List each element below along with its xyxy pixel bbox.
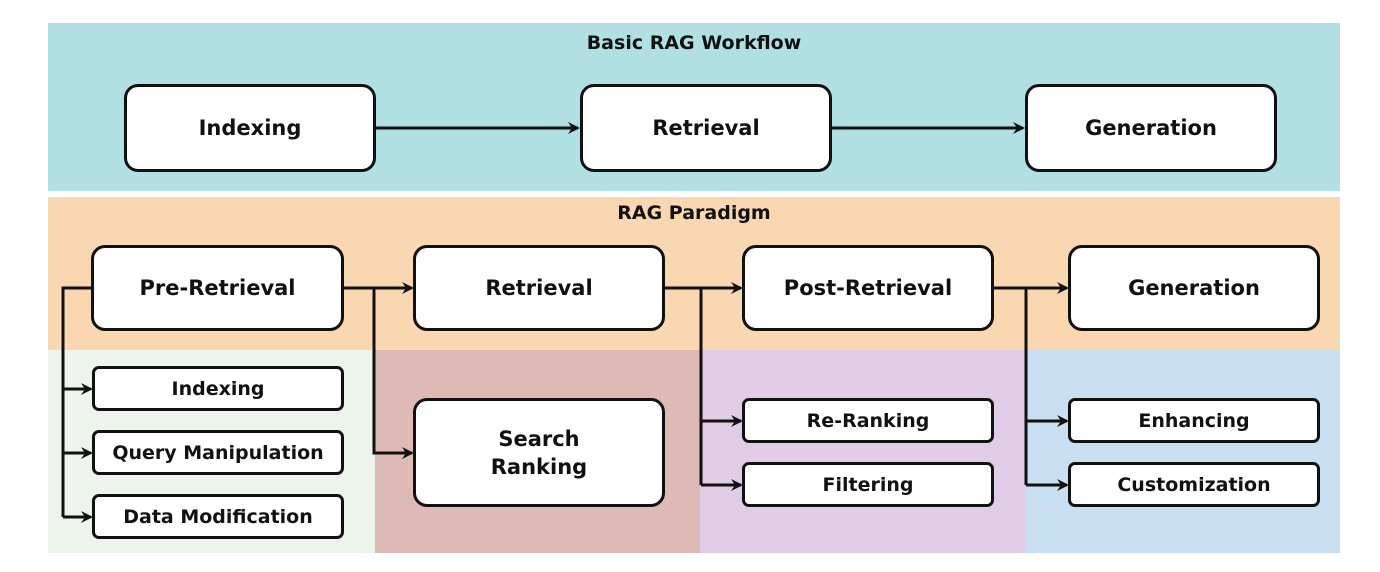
substep-customization: Customization bbox=[1068, 462, 1320, 507]
post-retrieval-box: Post-Retrieval bbox=[742, 245, 994, 331]
arrow-to-search-ranking bbox=[372, 288, 414, 459]
substep-data-modification: Data Modification bbox=[92, 494, 344, 539]
basic-indexing-box: Indexing bbox=[124, 84, 376, 172]
basic-retrieval-box: Retrieval bbox=[580, 84, 832, 172]
substep-query-manipulation: Query Manipulation bbox=[92, 430, 344, 475]
substep-re-ranking: Re-Ranking bbox=[742, 398, 994, 443]
retrieval-box: Retrieval bbox=[413, 245, 665, 331]
search-ranking-label: Search Ranking bbox=[490, 426, 588, 479]
generation-box: Generation bbox=[1068, 245, 1320, 331]
pre-retrieval-box: Pre-Retrieval bbox=[91, 245, 344, 331]
substep-indexing: Indexing bbox=[92, 366, 344, 411]
substep-enhancing: Enhancing bbox=[1068, 398, 1320, 443]
pre-retrieval-branch bbox=[61, 286, 92, 517]
basic-generation-box: Generation bbox=[1025, 84, 1277, 172]
substep-filtering: Filtering bbox=[742, 462, 994, 507]
substep-search-ranking: Search Ranking bbox=[413, 398, 665, 507]
